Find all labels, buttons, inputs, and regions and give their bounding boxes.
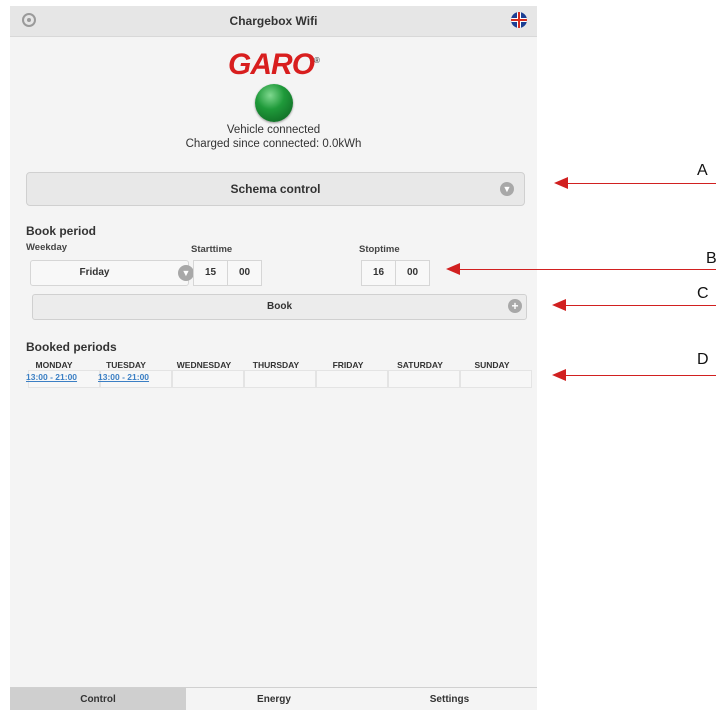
day-header-saturday: SATURDAY xyxy=(397,360,443,370)
app-title: Chargebox Wifi xyxy=(229,14,318,28)
stoptime-label: Stoptime xyxy=(359,244,400,255)
day-header-sunday: SUNDAY xyxy=(474,360,510,370)
chevron-down-icon: ▼ xyxy=(178,265,194,281)
weekday-label: Weekday xyxy=(26,242,68,253)
uk-flag-icon[interactable] xyxy=(511,12,527,28)
tab-bar: Control Energy Settings xyxy=(10,687,537,710)
stop-hour-input[interactable]: 16 xyxy=(361,260,396,286)
day-header-thursday: THURSDAY xyxy=(252,360,300,370)
booked-period-monday[interactable]: 13:00 - 21:00 xyxy=(26,372,77,382)
annotation-label-b: B xyxy=(706,250,716,267)
start-minute-input[interactable]: 00 xyxy=(227,260,262,286)
book-button[interactable]: Book + xyxy=(32,294,527,320)
day-cell-sunday xyxy=(460,370,532,388)
weekday-value: Friday xyxy=(79,267,110,278)
annotation-line-d xyxy=(564,375,716,376)
booked-periods-title: Booked periods xyxy=(26,340,117,354)
header-bar: Chargebox Wifi xyxy=(10,6,537,37)
day-header-wednesday: WEDNESDAY xyxy=(176,360,232,370)
annotation-line-b xyxy=(458,269,716,270)
booked-period-tuesday[interactable]: 13:00 - 21:00 xyxy=(98,372,149,382)
day-cell-thursday xyxy=(244,370,316,388)
plus-icon: + xyxy=(508,299,522,313)
annotation-line-c xyxy=(564,305,716,306)
day-header-tuesday: TUESDAY xyxy=(106,360,146,370)
book-period-title: Book period xyxy=(26,224,97,238)
app-window: Chargebox Wifi GARO® Vehicle connected C… xyxy=(10,6,537,710)
annotation-label-a: A xyxy=(697,162,708,179)
tab-settings[interactable]: Settings xyxy=(362,688,537,710)
annotation-label-d: D xyxy=(697,351,709,368)
annotation-label-c: C xyxy=(697,285,709,302)
day-header-friday: FRIDAY xyxy=(332,360,364,370)
garo-logo: GARO® xyxy=(228,48,320,81)
day-cell-saturday xyxy=(388,370,460,388)
status-connection: Vehicle connected xyxy=(226,124,321,136)
starttime-label: Starttime xyxy=(191,244,233,255)
status-light-icon xyxy=(255,84,293,122)
weekday-select[interactable]: Friday ▼ xyxy=(30,260,194,286)
chevron-down-icon: ▼ xyxy=(500,182,514,196)
day-header-monday: MONDAY xyxy=(35,360,73,370)
annotation-line-a xyxy=(566,183,716,184)
day-cell-wednesday xyxy=(172,370,244,388)
schema-control-dropdown[interactable]: Schema control ▼ xyxy=(26,172,525,206)
status-charged: Charged since connected: 0.0kWh xyxy=(185,138,362,150)
book-button-label: Book xyxy=(267,301,292,312)
stop-minute-input[interactable]: 00 xyxy=(395,260,430,286)
day-cell-friday xyxy=(316,370,388,388)
start-hour-input[interactable]: 15 xyxy=(193,260,228,286)
tab-control[interactable]: Control xyxy=(10,688,186,710)
schema-control-label: Schema control xyxy=(230,182,321,196)
tab-energy[interactable]: Energy xyxy=(186,688,362,710)
